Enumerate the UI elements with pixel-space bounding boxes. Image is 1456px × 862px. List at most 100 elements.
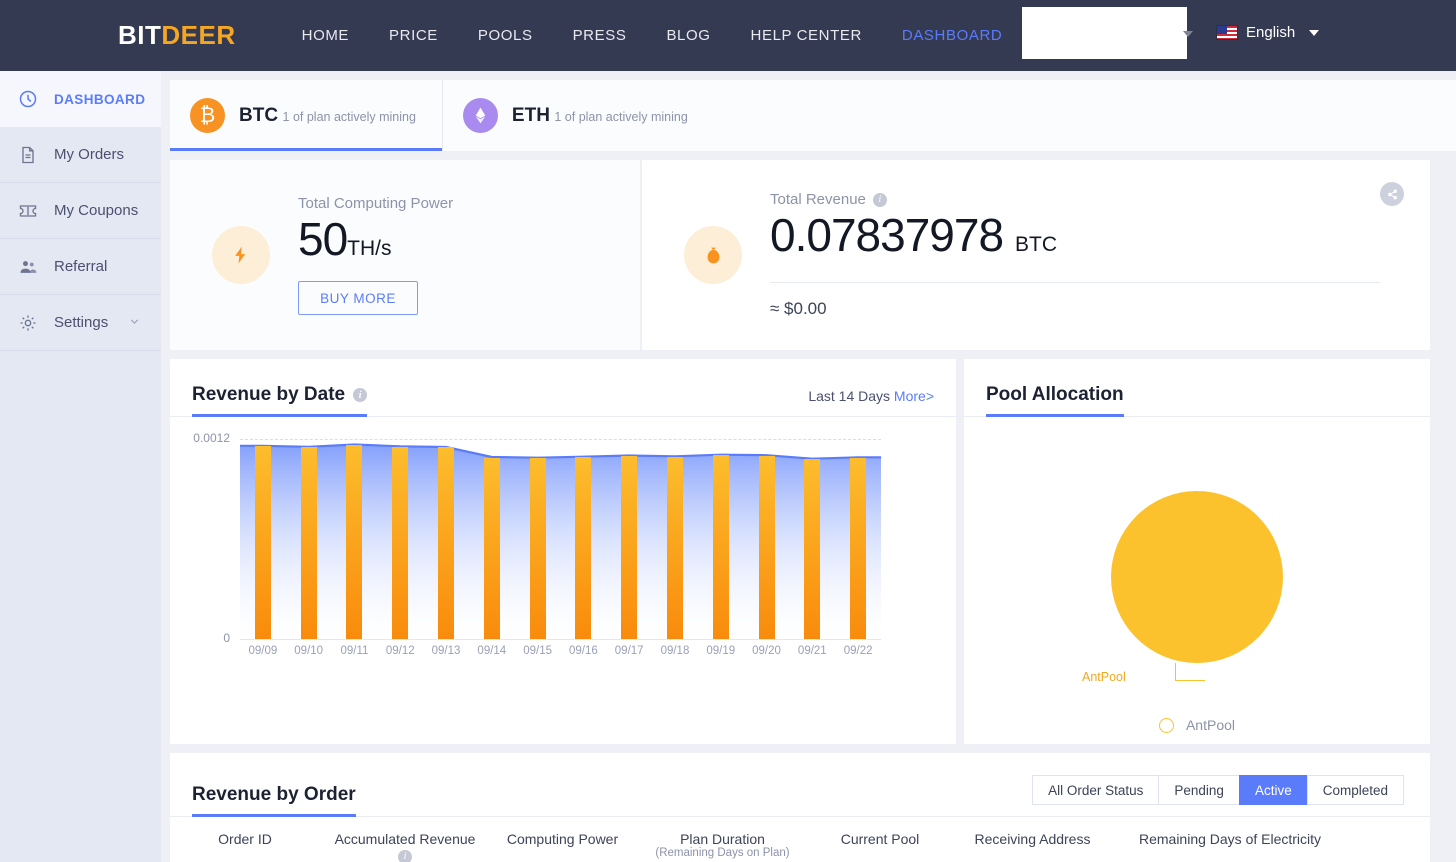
x-label-09-22: 09/22 [843,645,873,657]
x-label-09-20: 09/20 [752,645,781,657]
nav-link-blog[interactable]: BLOG [646,27,730,44]
sidebar-item-my-coupons[interactable]: My Coupons [0,183,161,239]
bar-09-22[interactable] [850,458,867,639]
bar-09-14[interactable] [483,457,500,639]
bar-09-10[interactable] [300,447,317,639]
filter-all-order-status[interactable]: All Order Status [1032,775,1159,805]
people-icon [18,257,38,277]
column-plan-duration-sub: (Remaining Days on Plan) [655,847,790,860]
x-label-09-15: 09/15 [523,645,552,657]
ticket-icon [18,201,38,221]
bar-09-17[interactable] [621,456,638,639]
bar-09-11[interactable] [346,444,363,639]
sidebar-label-my-orders: My Orders [54,146,125,163]
info-icon[interactable]: i [872,192,887,207]
total-revenue-label: Total Revenue [770,191,866,209]
revenue-by-date-panel: Revenue by Date i Last 14 Days More> 0.0… [170,359,956,744]
total-revenue-approx: ≈ $0.00 [770,298,827,318]
chevron-down-icon[interactable] [128,315,141,331]
bar-09-16[interactable] [575,457,592,639]
sidebar-item-my-orders[interactable]: My Orders [0,127,161,183]
total-revenue-value: 0.07837978 [770,209,1004,262]
filter-completed[interactable]: Completed [1306,775,1404,805]
buy-more-button[interactable]: BUY MORE [298,281,418,316]
sidebar-item-dashboard[interactable]: DASHBOARD [0,71,161,127]
nav-link-price[interactable]: PRICE [369,27,458,44]
column-remaining-days-electricity: Remaining Days of Electricity [1138,831,1322,847]
nav-link-press[interactable]: PRESS [553,27,647,44]
sidebar-label-referral: Referral [54,258,108,275]
account-menu-redacted[interactable] [1022,7,1187,59]
revenue-by-order-header: Revenue by Order All Order Status Pendin… [170,753,1430,817]
site-logo[interactable]: BITDEER [118,20,236,51]
language-selector[interactable]: English [1216,24,1320,41]
bar-09-18[interactable] [666,457,683,639]
revenue-more-link[interactable]: More> [894,388,934,404]
nav-link-pools[interactable]: POOLS [458,27,553,44]
pie-slice-antpool[interactable] [1111,491,1283,663]
main-content: ₿ BTC 1 of plan actively mining ETH 1 of… [161,71,1456,862]
total-revenue-value-row: 0.07837978 BTC [770,208,1380,263]
language-chevron-down-icon [1309,29,1320,36]
account-chevron-down-icon[interactable] [1183,31,1193,37]
bar-09-13[interactable] [438,447,455,639]
legend-marker-antpool [1158,717,1174,733]
main-nav: HOME PRICE POOLS PRESS BLOG HELP CENTER … [282,27,1023,44]
tab-btc-symbol: BTC [239,104,279,126]
column-plan-duration-label: Plan Duration [680,831,765,847]
y-axis-max-label: 0.0012 [193,431,230,445]
sidebar-label-dashboard: DASHBOARD [54,91,146,107]
x-label-09-16: 09/16 [569,645,598,657]
filter-active[interactable]: Active [1238,775,1307,805]
logo-text-second: DEER [161,20,236,50]
nav-link-dashboard[interactable]: DASHBOARD [882,27,1022,44]
order-status-filter: All Order Status Pending Active Complete… [1032,775,1404,805]
pool-allocation-title: Pool Allocation [986,384,1124,417]
column-accumulated-revenue-label: Accumulated Revenue [334,831,476,847]
bar-09-19[interactable] [712,455,729,639]
bar-09-09[interactable] [254,446,271,639]
x-label-09-14: 09/14 [477,645,507,657]
legend-label-antpool[interactable]: AntPool [1186,717,1235,733]
x-label-09-11: 09/11 [340,645,369,657]
tab-eth-subtitle: 1 of plan actively mining [554,109,688,124]
nav-link-home[interactable]: HOME [282,27,369,44]
filter-pending[interactable]: Pending [1158,775,1239,805]
info-icon[interactable]: i [353,388,368,402]
money-bag-icon [684,226,742,284]
document-icon [18,145,38,165]
tab-btc[interactable]: ₿ BTC 1 of plan actively mining [170,80,442,151]
bar-09-15[interactable] [529,458,546,639]
computing-power-label: Total Computing Power [298,194,454,212]
pie-legend: AntPool [964,717,1430,733]
x-label-09-12: 09/12 [385,645,415,657]
tab-eth[interactable]: ETH 1 of plan actively mining [441,80,714,151]
sidebar: DASHBOARD My Orders My Coupons Referral … [0,71,161,862]
bitcoin-icon: ₿ [190,98,225,133]
language-label: English [1246,24,1296,41]
x-label-09-09: 09/09 [248,645,278,657]
share-icon[interactable] [1380,182,1404,206]
x-label-09-19: 09/19 [706,645,736,657]
tab-btc-subtitle: 1 of plan actively mining [282,109,416,124]
ethereum-icon [462,98,498,133]
revenue-range-group: Last 14 Days More> [808,388,934,416]
x-label-09-18: 09/18 [660,645,690,657]
sidebar-item-referral[interactable]: Referral [0,239,161,295]
divider [770,281,1380,283]
sidebar-item-settings[interactable]: Settings [0,295,161,351]
bar-09-21[interactable] [804,459,821,639]
summary-cards: Total Computing Power 50TH/s BUY MORE To… [170,160,1430,350]
pool-allocation-chart: AntPool AntPool [964,417,1430,744]
pool-allocation-panel: Pool Allocation AntPool AntPool [964,359,1430,744]
coin-tab-bar: ₿ BTC 1 of plan actively mining ETH 1 of… [170,80,1456,151]
bar-09-12[interactable] [392,447,409,639]
total-revenue-label-row: Total Revenue i [770,191,1380,208]
info-icon[interactable]: i [398,850,412,862]
revenue-chart: 0.0012 0 09/09 09/10 09/11 09/12 09/13 0… [170,417,956,744]
nav-link-help-center[interactable]: HELP CENTER [731,27,882,44]
column-plan-duration: Plan Duration (Remaining Days on Plan) [635,831,810,860]
computing-power-value-row: 50TH/s [298,212,453,267]
total-revenue-unit: BTC [1015,233,1058,257]
bar-09-20[interactable] [758,455,775,639]
